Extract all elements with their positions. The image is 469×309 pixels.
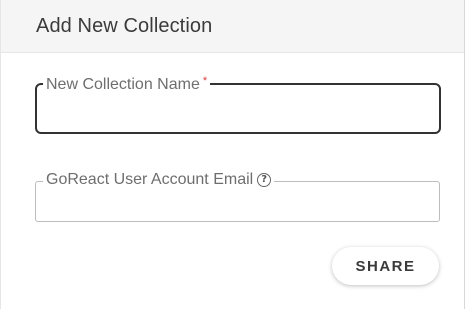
add-collection-dialog: Add New Collection New Collection Name *… xyxy=(0,0,465,309)
user-email-input[interactable] xyxy=(44,192,431,215)
user-email-label-text: GoReact User Account Email xyxy=(46,171,254,188)
user-email-label: GoReact User Account Email ? xyxy=(43,171,275,189)
share-button[interactable]: SHARE xyxy=(332,247,439,285)
user-email-field[interactable]: GoReact User Account Email ? xyxy=(35,171,440,222)
collection-name-label-text: New Collection Name xyxy=(46,76,200,93)
collection-name-input[interactable] xyxy=(45,95,431,126)
collection-name-field[interactable]: New Collection Name * xyxy=(35,75,441,134)
required-mark: * xyxy=(202,74,208,87)
help-circle-icon[interactable]: ? xyxy=(257,173,272,187)
collection-name-label: New Collection Name * xyxy=(43,74,211,94)
dialog-header: Add New Collection xyxy=(1,0,464,53)
dialog-title: Add New Collection xyxy=(36,15,213,37)
